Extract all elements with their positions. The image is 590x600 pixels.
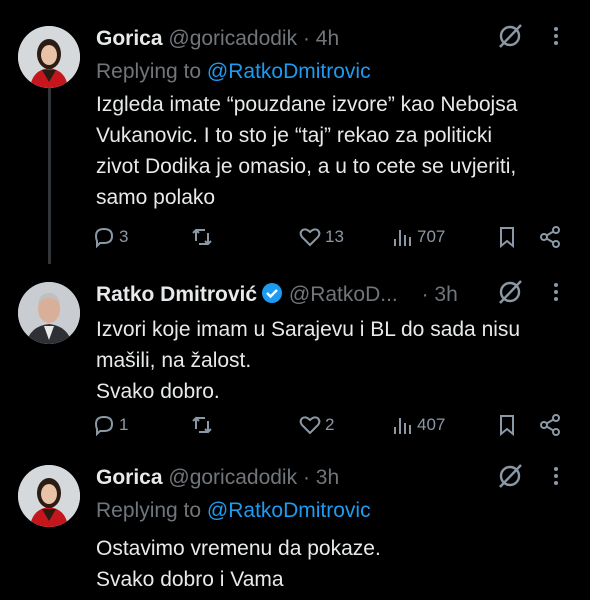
tweet-time[interactable]: · 3h xyxy=(303,466,339,489)
mention-link[interactable]: @RatkoDmitrovic xyxy=(207,60,371,83)
grok-icon[interactable] xyxy=(496,278,524,313)
share-button[interactable] xyxy=(538,413,562,437)
share-icon xyxy=(540,414,560,436)
view-count: 707 xyxy=(417,227,446,246)
avatar-gorica[interactable] xyxy=(18,465,80,527)
reply-count: 3 xyxy=(119,227,129,246)
retweet-icon xyxy=(192,416,212,434)
views-button[interactable]: 407 xyxy=(392,413,445,437)
tweet-text-line: samo polako xyxy=(96,186,216,209)
like-count: 13 xyxy=(325,227,344,246)
author-name[interactable]: Ratko Dmitrović xyxy=(96,283,257,306)
like-icon xyxy=(299,416,321,435)
avatar-gorica[interactable] xyxy=(18,26,80,88)
tweet-time[interactable]: · 4h xyxy=(303,27,339,50)
reply-count: 1 xyxy=(119,415,129,434)
replying-to: Replying to @RatkoDmitrovic xyxy=(96,59,371,85)
share-icon xyxy=(540,226,560,248)
bookmark-icon xyxy=(500,415,514,437)
more-icon[interactable] xyxy=(551,22,561,56)
tweet-header: Gorica @goricadodik · 3h xyxy=(96,465,339,491)
like-button[interactable]: 13 xyxy=(298,225,344,249)
tweet-header: Ratko Dmitrović @RatkoD... · 3h xyxy=(96,282,458,311)
avatar-ratko[interactable] xyxy=(18,282,80,344)
tweet-2[interactable]: Ratko Dmitrović @RatkoD... · 3h Izvori k… xyxy=(0,270,590,445)
reply-icon xyxy=(94,227,114,249)
replying-prefix: Replying to xyxy=(96,499,202,522)
author-name[interactable]: Gorica xyxy=(96,27,163,50)
tweet-text-line: Izgleda imate “pouzdane izvore” kao Nebo… xyxy=(96,93,518,116)
tweet-text: Izgleda imate “pouzdane izvore” kao Nebo… xyxy=(96,89,566,213)
mention-link[interactable]: @RatkoDmitrovic xyxy=(207,499,371,522)
reply-icon xyxy=(94,415,114,437)
author-handle[interactable]: @goricadodik xyxy=(168,27,297,50)
retweet-icon xyxy=(192,228,212,246)
tweet-text-line: zivot Dodika je omasio, a u to cete se u… xyxy=(96,155,517,178)
retweet-button[interactable] xyxy=(190,413,214,437)
bookmark-icon xyxy=(500,227,514,249)
tweet-text-line: Ostavimo vremenu da pokaze. xyxy=(96,537,381,560)
tweet-1[interactable]: Gorica @goricadodik · 4h Replying to @Ra… xyxy=(0,0,590,270)
views-button[interactable]: 707 xyxy=(392,225,445,249)
reply-button[interactable]: 1 xyxy=(92,413,128,437)
grok-icon[interactable] xyxy=(496,462,524,497)
tweet-text: Ostavimo vremenu da pokaze. Svako dobro … xyxy=(96,533,566,595)
tweet-time[interactable]: · 3h xyxy=(422,283,458,306)
author-name[interactable]: Gorica xyxy=(96,466,163,489)
tweet-text-line: Svako dobro i Vama xyxy=(96,568,284,591)
verified-badge-icon xyxy=(261,282,283,311)
tweet-text-line: Izvori koje imam u Sarajevu i BL do sada… xyxy=(96,318,521,341)
replying-to: Replying to @RatkoDmitrovic xyxy=(96,498,371,524)
views-icon xyxy=(394,418,411,434)
author-handle[interactable]: @RatkoD... xyxy=(289,283,398,306)
bookmark-button[interactable] xyxy=(496,413,518,437)
bookmark-button[interactable] xyxy=(496,225,518,249)
action-bar: 1 2 407 xyxy=(92,413,572,441)
tweet-text-line: Vukanovic. I to sto je “taj” rekao za po… xyxy=(96,124,493,147)
tweet-text: Izvori koje imam u Sarajevu i BL do sada… xyxy=(96,314,566,407)
more-icon[interactable] xyxy=(551,278,561,312)
like-button[interactable]: 2 xyxy=(298,413,334,437)
tweet-text-line: mašili, na žalost. xyxy=(96,349,252,372)
view-count: 407 xyxy=(417,415,446,434)
tweet-3[interactable]: Gorica @goricadodik · 3h Replying to @Ra… xyxy=(0,445,590,600)
like-count: 2 xyxy=(325,415,335,434)
action-bar: 3 13 707 xyxy=(92,225,572,253)
retweet-button[interactable] xyxy=(190,225,214,249)
tweet-text-line: Svako dobro. xyxy=(96,380,220,403)
author-handle[interactable]: @goricadodik xyxy=(168,466,297,489)
replying-prefix: Replying to xyxy=(96,60,202,83)
more-icon[interactable] xyxy=(551,462,561,496)
like-icon xyxy=(299,228,321,247)
tweet-header: Gorica @goricadodik · 4h xyxy=(96,26,339,52)
reply-button[interactable]: 3 xyxy=(92,225,128,249)
share-button[interactable] xyxy=(538,225,562,249)
grok-icon[interactable] xyxy=(496,22,524,57)
views-icon xyxy=(394,230,411,246)
